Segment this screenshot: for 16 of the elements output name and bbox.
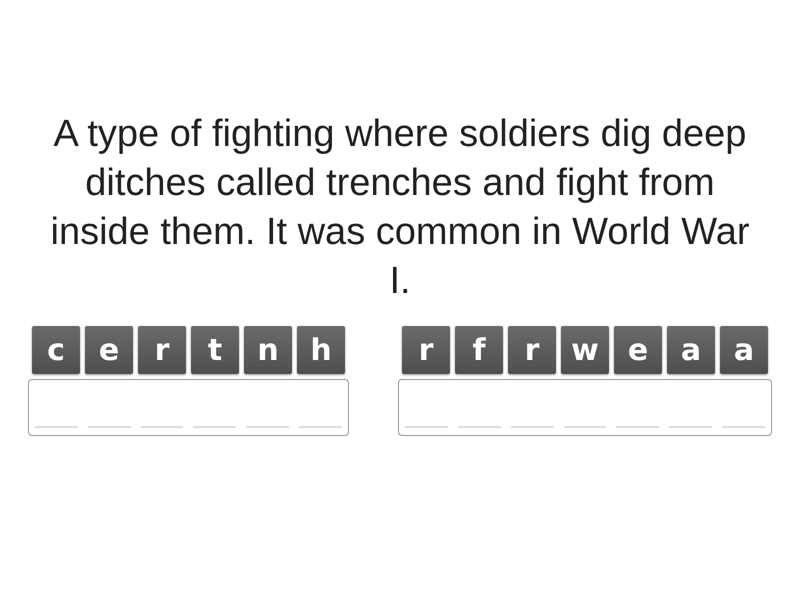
letter-tile[interactable]: r [508,326,556,374]
letter-tile[interactable]: r [138,326,186,374]
letter-tile[interactable]: a [667,326,715,374]
letter-tile[interactable]: f [455,326,503,374]
letter-tile[interactable]: t [191,326,239,374]
letter-tile[interactable]: n [244,326,292,374]
letter-tile[interactable]: e [614,326,662,374]
answer-field[interactable] [28,379,349,436]
letter-tile[interactable]: w [561,326,609,374]
letter-tile[interactable]: e [85,326,133,374]
letter-tile[interactable]: c [32,326,80,374]
letter-tile[interactable]: r [402,326,450,374]
letter-tile[interactable]: h [297,326,345,374]
answer-field[interactable] [398,379,772,436]
question-text: A type of fighting where soldiers dig deep ditches called trenches and fight from inside them. It was common in World War I. [50,112,750,304]
letter-tile[interactable]: a [720,326,768,374]
